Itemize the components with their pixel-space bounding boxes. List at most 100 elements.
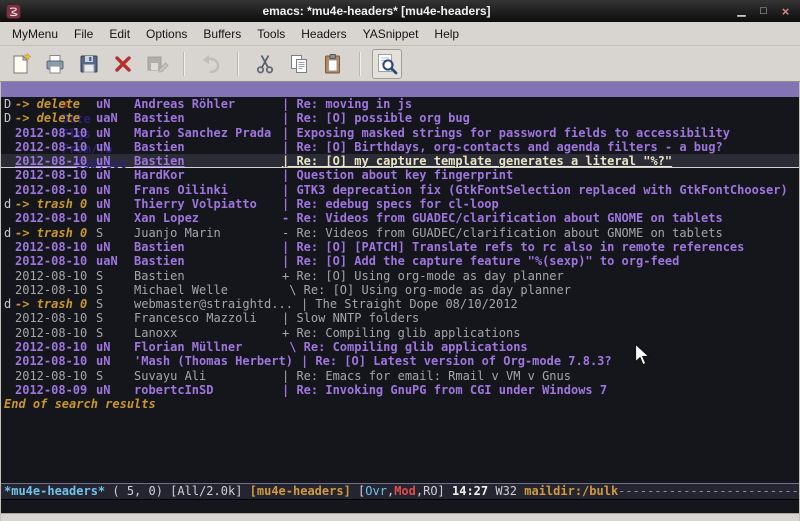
message-subject: | Re: [O] my capture template generates … [282,154,672,168]
message-mark: d [4,197,15,211]
message-row[interactable]: 2012-08-10SSuvayu Ali| Re: Emacs for ema… [1,369,799,383]
menu-help[interactable]: Help [426,23,467,45]
message-row[interactable]: 2012-08-09uNrobertcInSD| Re: Invoking Gn… [1,383,799,397]
message-flags: uN [96,211,134,225]
menu-yasnippet[interactable]: YASnippet [355,23,427,45]
cut-button[interactable] [250,49,280,79]
message-row[interactable]: 2012-08-10uNFlorian Müllner \ Re: Compil… [1,340,799,354]
close-button[interactable]: × [776,3,795,19]
message-row[interactable]: D-> deleteuaNBastien| Re: [O] possible o… [1,111,799,125]
copy-button[interactable] [284,49,314,79]
message-row[interactable]: 2012-08-10uNHardKor| Question about key … [1,168,799,182]
message-date: 2012-08-10 [15,183,96,197]
message-subject: | Re: [O] [PATCH] Translate refs to rc a… [282,240,744,254]
message-date: 2012-08-10 [15,326,96,340]
message-row[interactable]: 2012-08-10uNFrans Oilinki| GTK3 deprecat… [1,183,799,197]
message-row[interactable]: 2012-08-10uNBastien| Re: [O] [PATCH] Tra… [1,240,799,254]
message-subject: | Re: [O] possible org bug [282,111,470,125]
message-row[interactable]: 2012-08-10SLanoxx+ Re: Compiling glib ap… [1,326,799,340]
message-date: -> trash 0 [15,226,96,240]
window-border-bottom [1,513,799,521]
print-button[interactable] [40,49,70,79]
mode-line[interactable]: *mu4e-headers* ( 5, 0) [All/2.0k] [mu4e-… [1,483,799,500]
message-from: Bastien [134,140,282,154]
message-date: 2012-08-09 [15,383,96,397]
new-file-icon [9,52,33,76]
paste-button[interactable] [318,49,348,79]
message-from: Juanjo Marin [134,226,282,240]
window-controls: ▁ □ × [732,3,795,19]
message-from: Andreas Röhler [134,97,282,111]
message-subject: | Re: [O] Add the capture feature "%(sex… [282,254,679,268]
title-bar: emacs: *mu4e-headers* [mu4e-headers] ▁ □… [0,0,800,22]
message-flags: uN [96,183,134,197]
message-row[interactable]: 2012-08-10uNXan Lopez- Re: Videos from G… [1,211,799,225]
menu-tools[interactable]: Tools [249,23,293,45]
message-row[interactable]: 2012-08-10uNBastien| Re: [O] my capture … [1,154,799,168]
message-row[interactable]: 2012-08-10uNMario Sanchez Prada| Exposin… [1,126,799,140]
message-subject: \ Re: [O] Using org-mode as day planner [282,283,571,297]
message-row[interactable]: d-> trash 0uNThierry Volpiatto| Re: edeb… [1,197,799,211]
message-from: 'Mash (Thomas Herbert) [134,354,301,368]
menu-mymenu[interactable]: MyMenu [4,23,66,45]
message-from: Bastien [134,111,282,125]
menu-headers[interactable]: Headers [293,23,354,45]
search-button[interactable] [372,49,402,79]
message-from: Mario Sanchez Prada [134,126,282,140]
message-mark: d [4,226,15,240]
message-date: 2012-08-10 [15,369,96,383]
message-subject: | Re: [O] Latest version of Org-mode 7.8… [301,354,612,368]
message-subject: | GTK3 deprecation fix (GtkFontSelection… [282,183,788,197]
message-from: Xan Lopez [134,211,282,225]
undo-icon [199,52,223,76]
message-date: 2012-08-10 [15,154,96,168]
message-flags: uN [96,154,134,168]
message-mark: D [4,111,15,125]
message-flags: uaN [96,111,134,125]
new-file-button[interactable] [6,49,36,79]
headers-buffer: ▼ Date Flgs From/To Subject D-> deleteuN… [1,82,799,483]
maximize-button[interactable]: □ [754,3,773,19]
menu-buffers[interactable]: Buffers [195,23,249,45]
minimize-button[interactable]: ▁ [732,3,751,19]
message-flags: uN [96,126,134,140]
message-from: Bastien [134,269,282,283]
kill-buffer-icon [111,52,135,76]
message-row[interactable]: 2012-08-10uNBastien| Re: [O] Birthdays, … [1,140,799,154]
emacs-icon [6,4,21,19]
message-flags: uN [96,340,134,354]
message-row[interactable]: d-> trash 0SJuanjo Marin- Re: Videos fro… [1,226,799,240]
message-row[interactable]: 2012-08-10uaNBastien| Re: [O] Add the ca… [1,254,799,268]
message-row[interactable]: 2012-08-10SFrancesco Mazzoli| Slow NNTP … [1,311,799,325]
message-date: 2012-08-10 [15,240,96,254]
message-date: 2012-08-10 [15,311,96,325]
message-date: -> delete [15,97,96,111]
message-subject: | Question about key fingerprint [282,168,513,182]
message-subject: | Re: Emacs for email: Rmail v VM v Gnus [282,369,571,383]
message-row[interactable]: d-> trash 0Swebmaster@straightd...| The … [1,297,799,311]
save-as-icon [145,52,169,76]
message-row[interactable]: 2012-08-10uN'Mash (Thomas Herbert)| Re: … [1,354,799,368]
modeline-segment-ovr: Ovr [365,484,387,498]
message-flags: S [96,369,134,383]
undo-button [196,49,226,79]
message-date: 2012-08-10 [15,126,96,140]
minibuffer[interactable] [1,500,799,513]
paste-icon [321,52,345,76]
message-row[interactable]: D-> deleteuNAndreas Röhler| Re: moving i… [1,97,799,111]
message-subject: | Re: [O] Birthdays, org-contacts and ag… [282,140,723,154]
message-subject: | Re: edebug specs for cl-loop [282,197,499,211]
message-row[interactable]: 2012-08-10SMichael Welle \ Re: [O] Using… [1,283,799,297]
print-icon [43,52,67,76]
menu-file[interactable]: File [66,23,101,45]
message-subject: - Re: Videos from GUADEC/clarification a… [282,226,723,240]
message-row[interactable]: 2012-08-10SBastien+ Re: [O] Using org-mo… [1,269,799,283]
modeline-segment-buffer: *mu4e-headers* [4,484,105,498]
menu-edit[interactable]: Edit [101,23,138,45]
modeline-segment-dash: ---------------------------------- [618,484,799,498]
save-button[interactable] [74,49,104,79]
menu-options[interactable]: Options [138,23,195,45]
save-as-button [142,49,172,79]
kill-buffer-button[interactable] [108,49,138,79]
message-date: 2012-08-10 [15,354,96,368]
